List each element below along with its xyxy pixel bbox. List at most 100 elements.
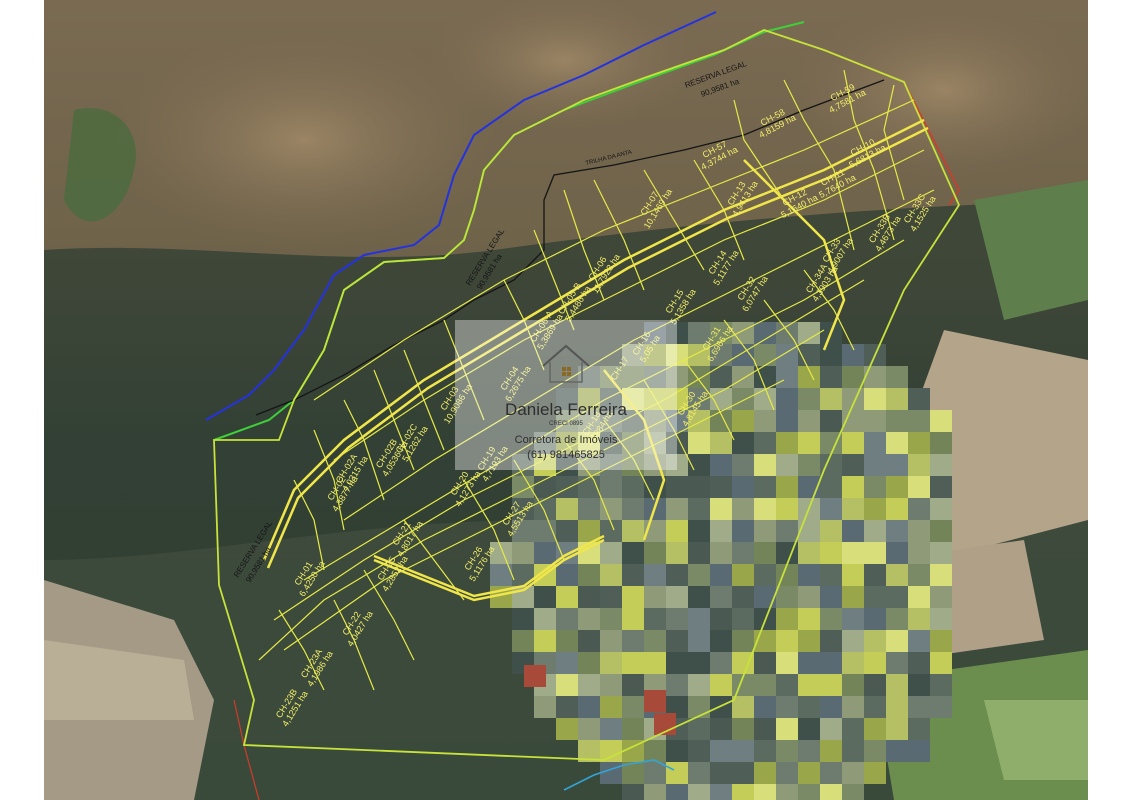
pixel-tile	[622, 520, 644, 542]
pixel-tile	[556, 674, 578, 696]
pixel-tile	[864, 740, 886, 762]
pixel-tile	[644, 630, 666, 652]
pixel-tile	[600, 586, 622, 608]
pixel-tile	[688, 696, 710, 718]
pixel-tile	[622, 630, 644, 652]
pixel-tile	[776, 586, 798, 608]
pixel-tile	[710, 652, 732, 674]
pixel-tile	[930, 674, 952, 696]
pixel-tile	[666, 498, 688, 520]
pixel-tile	[798, 322, 820, 344]
pixel-tile	[754, 784, 776, 800]
pixel-tile	[908, 520, 930, 542]
pixel-tile	[710, 784, 732, 800]
pixel-tile	[732, 498, 754, 520]
pixel-tile	[622, 718, 644, 740]
pixel-tile	[842, 542, 864, 564]
pixel-tile	[600, 542, 622, 564]
pixel-tile	[842, 366, 864, 388]
pixel-tile	[930, 432, 952, 454]
pixel-tile	[512, 630, 534, 652]
pixel-tile	[842, 564, 864, 586]
pixel-tile	[688, 718, 710, 740]
pixel-tile	[556, 696, 578, 718]
pixel-tile	[644, 762, 666, 784]
pixel-tile	[622, 586, 644, 608]
pixel-tile	[534, 696, 556, 718]
pixel-tile	[666, 476, 688, 498]
pixel-tile	[732, 608, 754, 630]
pixel-tile	[842, 476, 864, 498]
pixel-tile	[798, 740, 820, 762]
pixel-tile	[512, 608, 534, 630]
pixel-tile	[732, 388, 754, 410]
pixel-tile	[776, 784, 798, 800]
pixel-tile	[798, 674, 820, 696]
pixel-tile	[534, 586, 556, 608]
pixel-tile	[798, 762, 820, 784]
pixel-tile	[864, 674, 886, 696]
pixel-tile	[864, 542, 886, 564]
pixel-tile	[578, 630, 600, 652]
pixel-tile	[644, 784, 666, 800]
pixel-tile	[776, 388, 798, 410]
pixel-tile	[908, 454, 930, 476]
pixel-tile	[798, 586, 820, 608]
pixel-tile	[842, 784, 864, 800]
pixel-tile	[776, 740, 798, 762]
watermark: Daniela Ferreira CRECI 0895 Corretora de…	[455, 320, 677, 470]
pixel-tile	[644, 542, 666, 564]
pixel-tile	[688, 432, 710, 454]
pixel-tile	[908, 410, 930, 432]
pixel-tile	[666, 630, 688, 652]
pixel-tile	[842, 608, 864, 630]
pixel-tile	[820, 762, 842, 784]
pixel-tile	[732, 630, 754, 652]
pixel-tile	[600, 476, 622, 498]
pixel-tile	[820, 498, 842, 520]
pixel-tile	[908, 652, 930, 674]
pixel-tile	[864, 520, 886, 542]
pixel-tile	[578, 586, 600, 608]
pixel-tile	[622, 784, 644, 800]
pixel-tile	[666, 652, 688, 674]
pixel-tile	[644, 690, 666, 712]
pixel-tile	[842, 520, 864, 542]
pixel-tile	[732, 520, 754, 542]
pixel-tile	[776, 432, 798, 454]
pixel-tile	[930, 520, 952, 542]
pixel-tile	[710, 630, 732, 652]
pixel-tile	[842, 674, 864, 696]
pixel-tile	[524, 665, 546, 687]
pixel-tile	[710, 674, 732, 696]
pixel-tile	[908, 718, 930, 740]
pixel-tile	[688, 608, 710, 630]
pixel-tile	[710, 498, 732, 520]
pixel-tile	[864, 630, 886, 652]
pixel-tile	[820, 652, 842, 674]
pixel-tile	[710, 740, 732, 762]
pixel-tile	[930, 498, 952, 520]
pixel-tile	[732, 542, 754, 564]
pixel-tile	[754, 674, 776, 696]
pixel-tile	[820, 388, 842, 410]
pixel-tile	[798, 564, 820, 586]
pixel-tile	[732, 696, 754, 718]
pixel-tile	[820, 740, 842, 762]
pixel-tile	[556, 630, 578, 652]
watermark-role: Corretora de Imóveis	[514, 434, 618, 446]
pixel-tile	[908, 586, 930, 608]
pixel-tile	[556, 498, 578, 520]
pixel-tile	[820, 784, 842, 800]
pixel-tile	[820, 630, 842, 652]
pixel-tile	[842, 498, 864, 520]
pixel-tile	[864, 564, 886, 586]
pixel-tile	[600, 564, 622, 586]
pixel-tile	[864, 476, 886, 498]
pixel-tile	[688, 784, 710, 800]
pixel-tile	[556, 476, 578, 498]
pixel-tile	[776, 366, 798, 388]
satellite-map[interactable]: RESERVA LEGAL 90,9581 ha RESERVA LEGAL 9…	[0, 0, 1131, 800]
pixel-tile	[820, 608, 842, 630]
pixel-tile	[622, 476, 644, 498]
